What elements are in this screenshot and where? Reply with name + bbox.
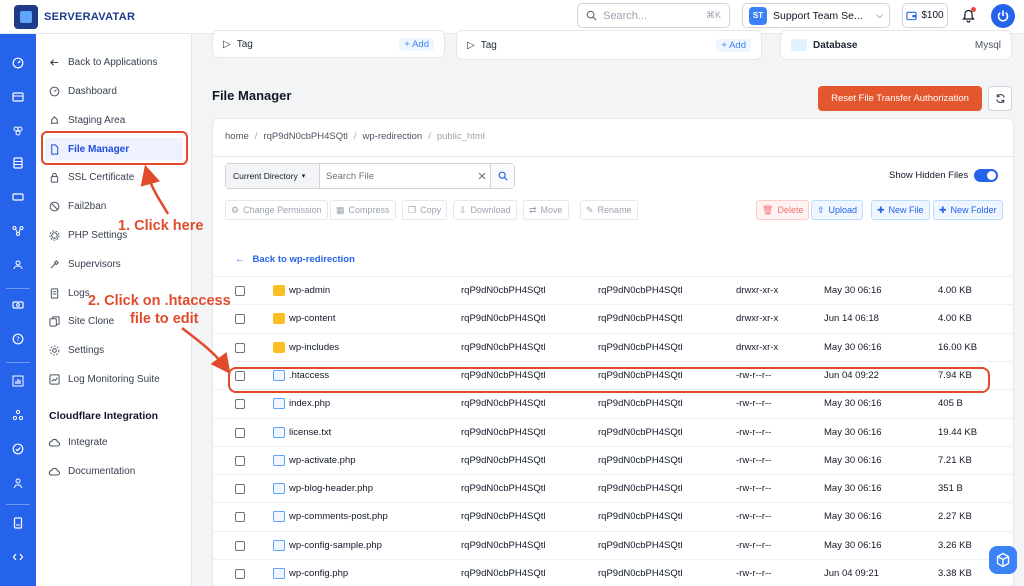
cube-icon <box>995 552 1011 568</box>
chat-support-button[interactable] <box>989 546 1017 574</box>
annotation-arrows <box>0 0 1024 586</box>
